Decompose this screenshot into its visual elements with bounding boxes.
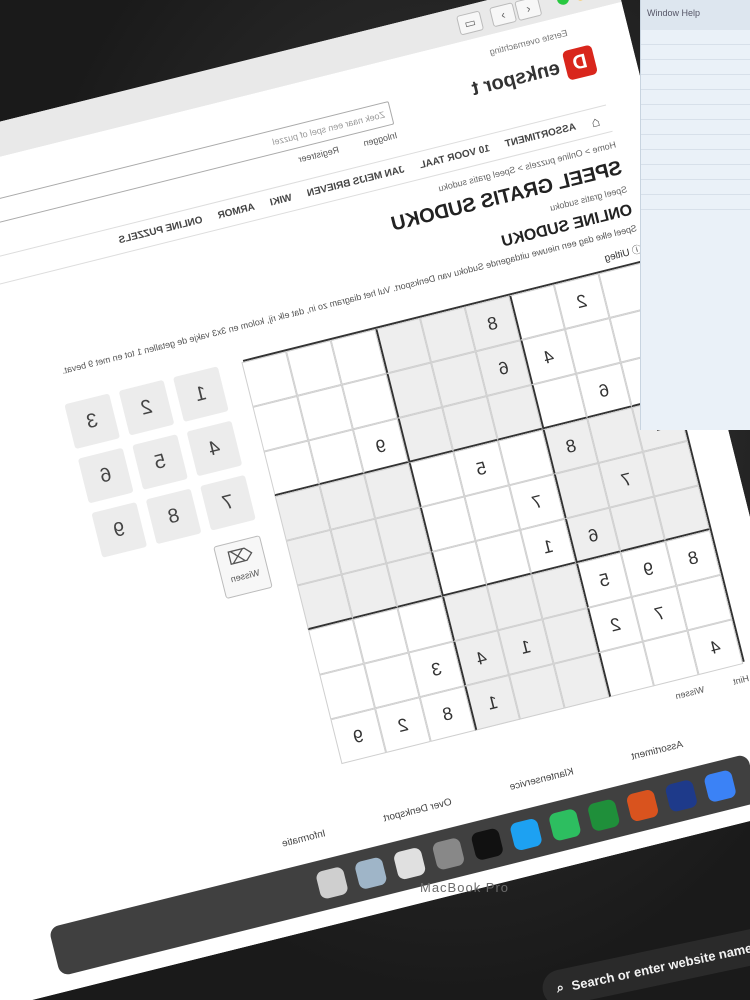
footer-klantenservice[interactable]: Klantenservice bbox=[509, 766, 575, 793]
messages-icon[interactable] bbox=[547, 807, 582, 842]
camera-icon[interactable] bbox=[431, 836, 466, 871]
logo-text: enkspor t bbox=[469, 56, 563, 100]
footer-over[interactable]: Over Denksport bbox=[382, 797, 453, 825]
hint-button[interactable]: Hint bbox=[732, 673, 750, 687]
register-link[interactable]: Registreer bbox=[297, 145, 340, 165]
keypad-key-5[interactable]: 5 bbox=[132, 434, 188, 490]
nav-item-jan-meijs[interactable]: JAN MEIJS BRIEVEN bbox=[306, 164, 406, 199]
site-logo[interactable]: D enkspor t bbox=[469, 44, 599, 104]
logo-letter: D bbox=[561, 44, 599, 81]
word-icon[interactable] bbox=[664, 778, 699, 813]
keypad-key-6[interactable]: 6 bbox=[77, 447, 134, 504]
login-link[interactable]: Inloggen bbox=[362, 130, 398, 148]
terminal-icon[interactable] bbox=[470, 827, 505, 862]
footer-assortiment[interactable]: Assortiment bbox=[630, 739, 684, 762]
excel-icon[interactable] bbox=[586, 798, 621, 833]
folder-icon[interactable] bbox=[353, 856, 388, 891]
wissen-button[interactable]: Wissen bbox=[674, 684, 705, 701]
laptop-screen: ‹ › ▭ Eerste overnachting D enkspor t Zo… bbox=[0, 0, 750, 1000]
trash-icon[interactable] bbox=[315, 865, 349, 900]
safari-icon[interactable] bbox=[509, 817, 544, 852]
footer-informatie[interactable]: Informatie bbox=[281, 828, 327, 849]
zoom-window-button[interactable] bbox=[555, 0, 571, 7]
keypad-key-4[interactable]: 4 bbox=[186, 420, 243, 477]
nav-item-assortiment[interactable]: ASSORTIMENT bbox=[504, 121, 577, 149]
keypad-key-9[interactable]: 9 bbox=[91, 502, 148, 558]
nav-item-wiki[interactable]: WIKI bbox=[269, 192, 293, 208]
photo-frame: ‹ › ▭ Eerste overnachting D enkspor t Zo… bbox=[0, 0, 750, 1000]
nav-item-online-puzzels[interactable]: ONLINE PUZZELS bbox=[117, 214, 203, 246]
keypad-key-2[interactable]: 2 bbox=[118, 379, 175, 436]
side-window: Window Help bbox=[640, 0, 750, 430]
search-icon: ⌕ bbox=[555, 979, 566, 996]
number-keypad: 123 456 789 bbox=[64, 366, 256, 558]
mobile-address-bar[interactable]: ⌕ Search or enter website name bbox=[539, 916, 750, 1000]
side-window-menu: Window Help bbox=[641, 0, 750, 30]
nav-item-armor[interactable]: ARMOR bbox=[217, 201, 256, 221]
home-icon[interactable]: ⌂ bbox=[589, 113, 601, 131]
finder-icon[interactable] bbox=[703, 769, 738, 804]
minimize-window-button[interactable] bbox=[573, 0, 588, 2]
powerpoint-icon[interactable] bbox=[625, 788, 660, 823]
forward-button[interactable]: › bbox=[488, 2, 518, 28]
macbook-label: MacBook Pro bbox=[420, 880, 510, 895]
preview-icon[interactable] bbox=[392, 846, 427, 881]
nav-item-taal[interactable]: 10 VOOR TAAL bbox=[418, 143, 491, 171]
sidebar-icon[interactable]: ▭ bbox=[456, 10, 485, 36]
keypad-key-7[interactable]: 7 bbox=[200, 474, 256, 531]
address-placeholder: Search or enter website name bbox=[570, 939, 750, 993]
back-button[interactable]: ‹ bbox=[514, 0, 543, 22]
macos-dock bbox=[48, 753, 750, 977]
keypad-key-1[interactable]: 1 bbox=[172, 366, 229, 423]
keypad-key-8[interactable]: 8 bbox=[145, 488, 202, 545]
erase-button[interactable]: ⌫ Wissen bbox=[213, 535, 273, 600]
keypad-key-3[interactable]: 3 bbox=[64, 393, 121, 450]
web-page: Eerste overnachting D enkspor t Zoek naa… bbox=[0, 1, 750, 1000]
